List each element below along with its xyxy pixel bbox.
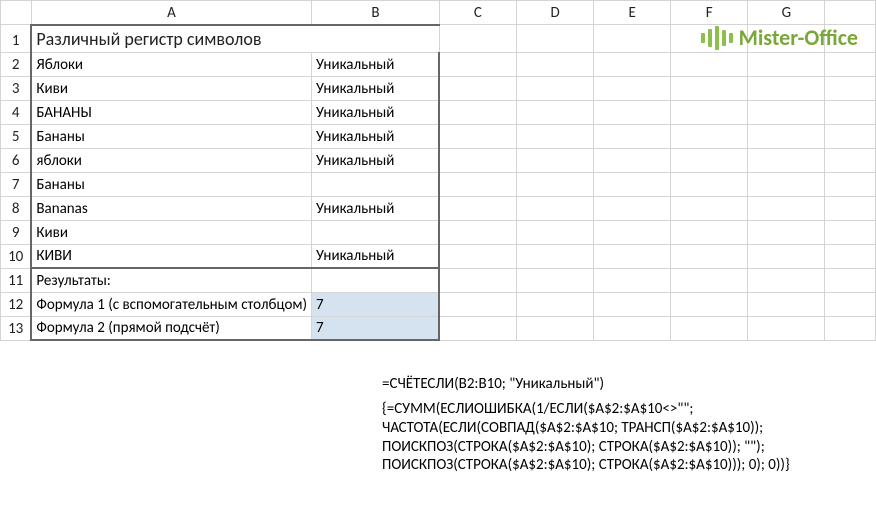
cell-E1[interactable] <box>594 25 671 53</box>
cell-A2[interactable]: Яблоки <box>31 52 311 76</box>
col-header-F[interactable]: F <box>671 1 748 25</box>
cell-A7[interactable]: Бананы <box>31 172 311 196</box>
cell-D1[interactable] <box>516 25 593 53</box>
cell-A6[interactable]: яблоки <box>31 148 311 172</box>
cell-C1[interactable] <box>439 25 516 53</box>
cell-B13[interactable]: 7 <box>312 316 440 340</box>
spreadsheet-grid[interactable]: A B C D E F G 1 Различный регистр символ… <box>0 0 876 341</box>
col-header-E[interactable]: E <box>594 1 671 25</box>
formula1-text: =СЧЁТЕСЛИ(B2:B10; "Уникальный") <box>382 375 604 393</box>
row-header-5[interactable]: 5 <box>1 124 32 148</box>
row-header-6[interactable]: 6 <box>1 148 32 172</box>
cell-A8[interactable]: Bananas <box>31 196 311 220</box>
cell-B6[interactable]: Уникальный <box>312 148 440 172</box>
row-header-9[interactable]: 9 <box>1 220 32 244</box>
row-header-3[interactable]: 3 <box>1 76 32 100</box>
cell-H1[interactable] <box>825 25 876 53</box>
row-header-12[interactable]: 12 <box>1 292 32 316</box>
cell-B9[interactable] <box>312 220 440 244</box>
cell-A10[interactable]: КИВИ <box>31 244 311 268</box>
row-header-4[interactable]: 4 <box>1 100 32 124</box>
row-header-10[interactable]: 10 <box>1 244 32 268</box>
cell-C2[interactable] <box>439 52 516 76</box>
cell-A1[interactable]: Различный регистр символов <box>31 25 439 53</box>
cell-A4[interactable]: БАНАНЫ <box>31 100 311 124</box>
col-header-G[interactable]: G <box>748 1 825 25</box>
col-header-D[interactable]: D <box>516 1 593 25</box>
row-header-1[interactable]: 1 <box>1 25 32 53</box>
cell-A9[interactable]: Киви <box>31 220 311 244</box>
cell-C13[interactable] <box>439 316 516 340</box>
cell-A13[interactable]: Формула 2 (прямой подсчёт) <box>31 316 311 340</box>
cell-B4[interactable]: Уникальный <box>312 100 440 124</box>
formula2-text: {=СУММ(ЕСЛИОШИБКА(1/ЕСЛИ($A$2:$A$10<>"";… <box>382 400 872 475</box>
row-header-11[interactable]: 11 <box>1 268 32 292</box>
cell-B12[interactable]: 7 <box>312 292 440 316</box>
col-header-H[interactable] <box>825 1 876 25</box>
row-header-13[interactable]: 13 <box>1 316 32 340</box>
cell-B8[interactable]: Уникальный <box>312 196 440 220</box>
cell-A5[interactable]: Бананы <box>31 124 311 148</box>
cell-A3[interactable]: Киви <box>31 76 311 100</box>
col-header-A[interactable]: A <box>31 1 311 25</box>
cell-B11[interactable] <box>312 268 440 292</box>
row-header-7[interactable]: 7 <box>1 172 32 196</box>
cell-B3[interactable]: Уникальный <box>312 76 440 100</box>
cell-A11[interactable]: Результаты: <box>31 268 311 292</box>
col-header-B[interactable]: B <box>312 1 440 25</box>
row-header-2[interactable]: 2 <box>1 52 32 76</box>
col-header-C[interactable]: C <box>439 1 516 25</box>
cell-A12[interactable]: Формула 1 (с вспомогательным столбцом) <box>31 292 311 316</box>
cell-G1[interactable] <box>748 25 825 53</box>
cell-B2[interactable]: Уникальный <box>312 52 440 76</box>
cell-B5[interactable]: Уникальный <box>312 124 440 148</box>
cell-F1[interactable] <box>671 25 748 53</box>
select-all-corner[interactable] <box>1 1 32 25</box>
cell-B10[interactable]: Уникальный <box>312 244 440 268</box>
cell-B7[interactable] <box>312 172 440 196</box>
row-header-8[interactable]: 8 <box>1 196 32 220</box>
cell-C12[interactable] <box>439 292 516 316</box>
